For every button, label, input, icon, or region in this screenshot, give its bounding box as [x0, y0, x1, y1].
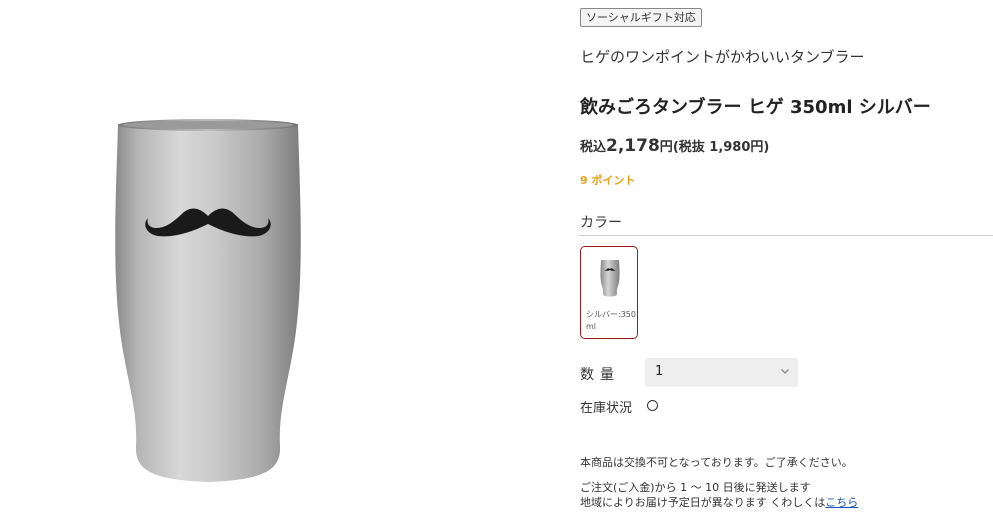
product-info: ソーシャルギフト対応 ヒゲのワンポイントがかわいいタンブラー 飲みごろタンブラー…: [579, 0, 993, 519]
tumbler-thumbnail: [600, 260, 620, 297]
points-label: 9 ポイント: [580, 174, 636, 187]
product-title: 飲みごろタンブラー ヒゲ 350ml シルバー: [580, 97, 931, 118]
price-amount: 2,178: [606, 136, 660, 156]
price-yen: 円: [659, 140, 673, 155]
quantity-value: 1: [655, 364, 664, 379]
divider: [579, 235, 993, 236]
price: 税込2,178円(税抜 1,980円): [580, 136, 769, 156]
color-option-label: シルバー:350ml: [586, 310, 636, 331]
quantity-label: 数量: [580, 367, 620, 383]
delivery-info: 地域によりお届け予定日が異なります くわしくはこちら: [580, 494, 858, 510]
product-image: [115, 119, 301, 482]
delivery-info-text: 地域によりお届け予定日が異なります くわしくは: [580, 496, 826, 509]
social-gift-badge: ソーシャルギフト対応: [580, 8, 702, 27]
price-tax-ex: (税抜 1,980円): [672, 140, 770, 155]
catch-copy: ヒゲのワンポイントがかわいいタンブラー: [580, 48, 865, 66]
stock-label: 在庫状況: [580, 401, 633, 416]
color-option-silver[interactable]: シルバー:350ml: [580, 246, 638, 339]
tax-in-label: 税込: [580, 140, 607, 155]
exchange-notice: 本商品は交換不可となっております。ご了承ください。: [580, 456, 853, 469]
shipping-info: ご注文(ご入金)から 1 ～ 10 日後に発送します: [580, 481, 811, 494]
color-heading: カラー: [580, 215, 622, 231]
circle-icon: [647, 400, 658, 411]
quantity-select[interactable]: 1: [645, 358, 798, 387]
details-link[interactable]: こちら: [825, 496, 858, 509]
chevron-down-icon: [781, 369, 789, 374]
